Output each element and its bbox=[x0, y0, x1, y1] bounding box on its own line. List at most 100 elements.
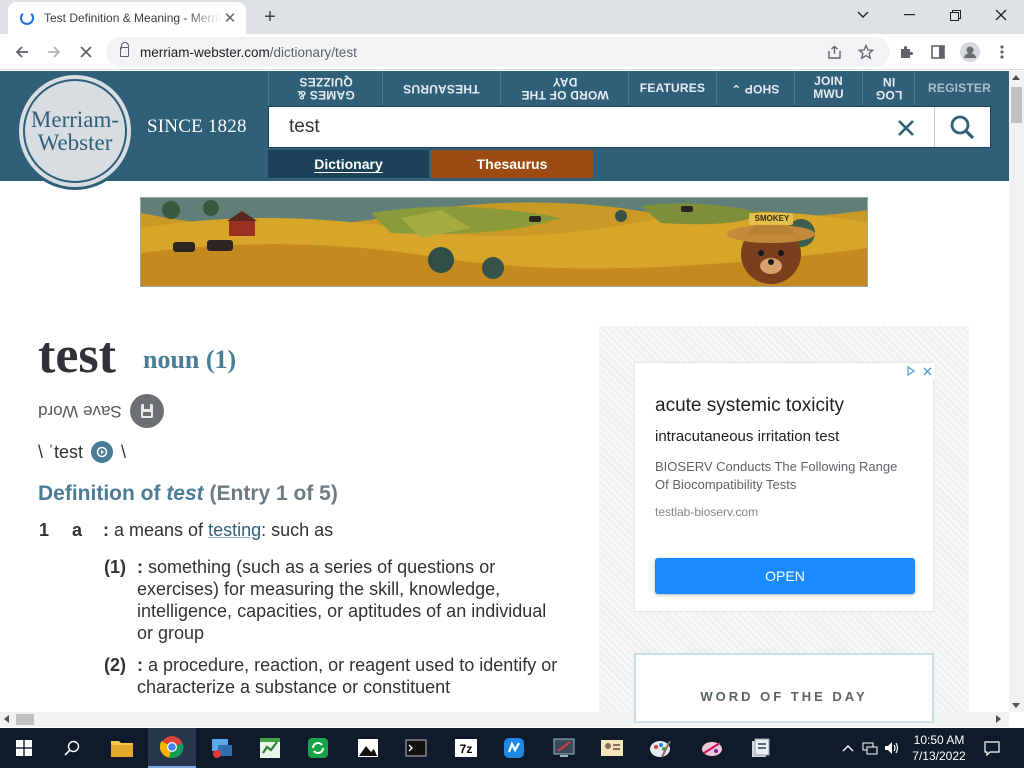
close-window-button[interactable] bbox=[978, 0, 1024, 30]
sense-letter: a bbox=[72, 520, 83, 540]
clock-date: 7/13/2022 bbox=[912, 749, 966, 763]
ad-subtitle[interactable]: intracutaneous irritation test bbox=[655, 428, 839, 445]
minimize-button[interactable] bbox=[886, 0, 932, 30]
tab-dictionary[interactable]: Dictionary bbox=[268, 150, 429, 178]
audio-play-icon[interactable] bbox=[91, 441, 114, 463]
search-divider bbox=[934, 107, 935, 147]
url-host: merriam-webster.com bbox=[140, 44, 270, 60]
nav-games-quizzes[interactable]: GAMES & QUIZZES bbox=[268, 71, 382, 105]
side-panel-icon[interactable] bbox=[924, 38, 952, 66]
forward-button[interactable] bbox=[40, 38, 68, 66]
top-nav: GAMES & QUIZZES THESAURUS WORD OF THE DA… bbox=[268, 71, 1004, 105]
subsense-2-text: a procedure, reaction, or reagent used t… bbox=[137, 655, 558, 697]
nav-log-in[interactable]: LOG IN bbox=[862, 71, 914, 105]
nav-register[interactable]: REGISTER bbox=[914, 71, 1004, 105]
url-path: /dictionary/test bbox=[269, 44, 357, 60]
sense-number: 1 bbox=[39, 520, 50, 540]
search-taskbar-icon[interactable] bbox=[48, 728, 96, 768]
ad-title[interactable]: acute systemic toxicity bbox=[655, 395, 844, 417]
scrollbar-thumb[interactable] bbox=[1011, 87, 1022, 123]
ad-url[interactable]: testlab-bioserv.com bbox=[655, 505, 758, 519]
tab-title: Test Definition & Meaning - Merriam-Webs… bbox=[44, 11, 222, 25]
banner-sign-text: SMOKEY bbox=[754, 214, 790, 223]
nav-shop[interactable]: SHOP ⌄ bbox=[716, 71, 794, 105]
lock-icon bbox=[120, 42, 129, 57]
merriam-webster-logo[interactable]: Merriam- Webster bbox=[16, 72, 134, 190]
notifications-icon[interactable] bbox=[984, 740, 1000, 756]
browser-tab-active[interactable]: Test Definition & Meaning - Merriam-Webs… bbox=[8, 2, 246, 34]
logo-line1: Merriam- bbox=[30, 107, 120, 132]
pronunciation: \ ˈtest \ bbox=[38, 441, 126, 463]
extensions-icon[interactable] bbox=[892, 38, 920, 66]
volume-icon[interactable] bbox=[884, 740, 900, 756]
browser-tabstrip: Test Definition & Meaning - Merriam-Webs… bbox=[0, 0, 1024, 34]
page-vertical-scrollbar[interactable] bbox=[1009, 71, 1024, 712]
sense-1a-sub-1: (1) : something (such as a series of que… bbox=[104, 557, 547, 643]
adchoices-icon[interactable] bbox=[903, 363, 935, 379]
testing-link[interactable]: testing bbox=[208, 520, 261, 540]
ad-open-button[interactable]: OPEN bbox=[655, 558, 915, 594]
pronunciation-close: \ bbox=[121, 441, 127, 462]
scroll-right-arrow-icon[interactable] bbox=[996, 715, 1001, 723]
network-app-icon[interactable] bbox=[198, 728, 246, 768]
paint-app-icon[interactable] bbox=[636, 728, 684, 768]
tab-search-button[interactable] bbox=[840, 0, 886, 30]
tab-thesaurus[interactable]: Thesaurus bbox=[431, 150, 593, 178]
rail-ad-card[interactable]: acute systemic toxicity intracutaneous i… bbox=[634, 362, 935, 612]
clock-time: 10:50 AM bbox=[913, 733, 965, 747]
pronunciation-text: \ ˈtest bbox=[38, 441, 84, 462]
nav-word-of-the-day[interactable]: WORD OF THE DAY bbox=[500, 71, 628, 105]
address-bar[interactable]: merriam-webster.com/dictionary/test bbox=[106, 37, 890, 67]
start-button[interactable] bbox=[0, 728, 48, 768]
save-word-label: Save Word bbox=[38, 402, 122, 421]
search-input[interactable]: test bbox=[289, 107, 320, 147]
browser-toolbar: merriam-webster.com/dictionary/test bbox=[0, 34, 1024, 70]
scroll-down-arrow-icon[interactable] bbox=[1012, 703, 1020, 708]
clear-search-icon[interactable] bbox=[893, 115, 919, 141]
stop-loading-button[interactable] bbox=[72, 38, 100, 66]
ad-body: BIOSERV Conducts The Following Range Of … bbox=[655, 459, 898, 492]
file-explorer-icon[interactable] bbox=[98, 728, 146, 768]
photos-app-icon[interactable] bbox=[344, 728, 392, 768]
chrome-taskbar-icon[interactable] bbox=[148, 728, 196, 768]
subsense-1-text: something (such as a series of questions… bbox=[137, 557, 547, 643]
banner-ad-smokey[interactable]: SMOKEY bbox=[140, 197, 868, 287]
remote-app-icon[interactable] bbox=[540, 728, 588, 768]
taskbar-clock[interactable]: 10:50 AM 7/13/2022 bbox=[906, 732, 972, 764]
scroll-left-arrow-icon[interactable] bbox=[4, 715, 9, 723]
bookmark-star-icon[interactable] bbox=[856, 42, 876, 62]
blue-app-icon[interactable] bbox=[490, 728, 538, 768]
restore-button[interactable] bbox=[932, 0, 978, 30]
drawing-app-icon[interactable] bbox=[688, 728, 736, 768]
subsense-number: (1) bbox=[104, 557, 126, 577]
headword: test bbox=[38, 327, 116, 384]
tray-overflow-chevron-icon[interactable] bbox=[840, 740, 856, 756]
archive-app-icon[interactable] bbox=[736, 728, 784, 768]
word-of-the-day-card[interactable]: WORD OF THE DAY bbox=[634, 653, 934, 723]
definition-heading: Definition of test (Entry 1 of 5) bbox=[38, 482, 338, 505]
sense-1a: 1 a : a means of testing: such as bbox=[39, 520, 334, 540]
scroll-up-arrow-icon[interactable] bbox=[1012, 75, 1020, 80]
horizontal-scrollbar-thumb[interactable] bbox=[16, 714, 34, 725]
nav-join-mwu[interactable]: JOIN MWU bbox=[794, 71, 862, 105]
tab-close-icon[interactable]: ✕ bbox=[222, 10, 238, 27]
user-app-icon[interactable] bbox=[588, 728, 636, 768]
terminal-app-icon[interactable] bbox=[392, 728, 440, 768]
network-icon[interactable] bbox=[862, 740, 878, 756]
nav-features[interactable]: FEATURES bbox=[628, 71, 716, 105]
share-icon[interactable] bbox=[824, 42, 844, 62]
windows-taskbar: 7z 10:50 AM 7/13/2022 bbox=[0, 728, 1024, 768]
site-header: Merriam- Webster SINCE 1828 GAMES & QUIZ… bbox=[0, 71, 1009, 190]
7zip-app-icon[interactable]: 7z bbox=[442, 728, 490, 768]
new-tab-button[interactable]: + bbox=[258, 6, 282, 28]
chevron-down-icon: ⌄ bbox=[731, 81, 742, 96]
search-icon[interactable] bbox=[947, 112, 977, 142]
save-word-button[interactable]: Save Word bbox=[38, 394, 164, 428]
browser-menu-icon[interactable] bbox=[988, 38, 1016, 66]
spreadsheet-app-icon[interactable] bbox=[246, 728, 294, 768]
nav-thesaurus[interactable]: THESAURUS bbox=[382, 71, 500, 105]
sense-1a-sub-2: (2) : a procedure, reaction, or reagent … bbox=[104, 655, 558, 697]
profile-avatar-icon[interactable] bbox=[956, 38, 984, 66]
back-button[interactable] bbox=[8, 38, 36, 66]
sync-app-icon[interactable] bbox=[294, 728, 342, 768]
